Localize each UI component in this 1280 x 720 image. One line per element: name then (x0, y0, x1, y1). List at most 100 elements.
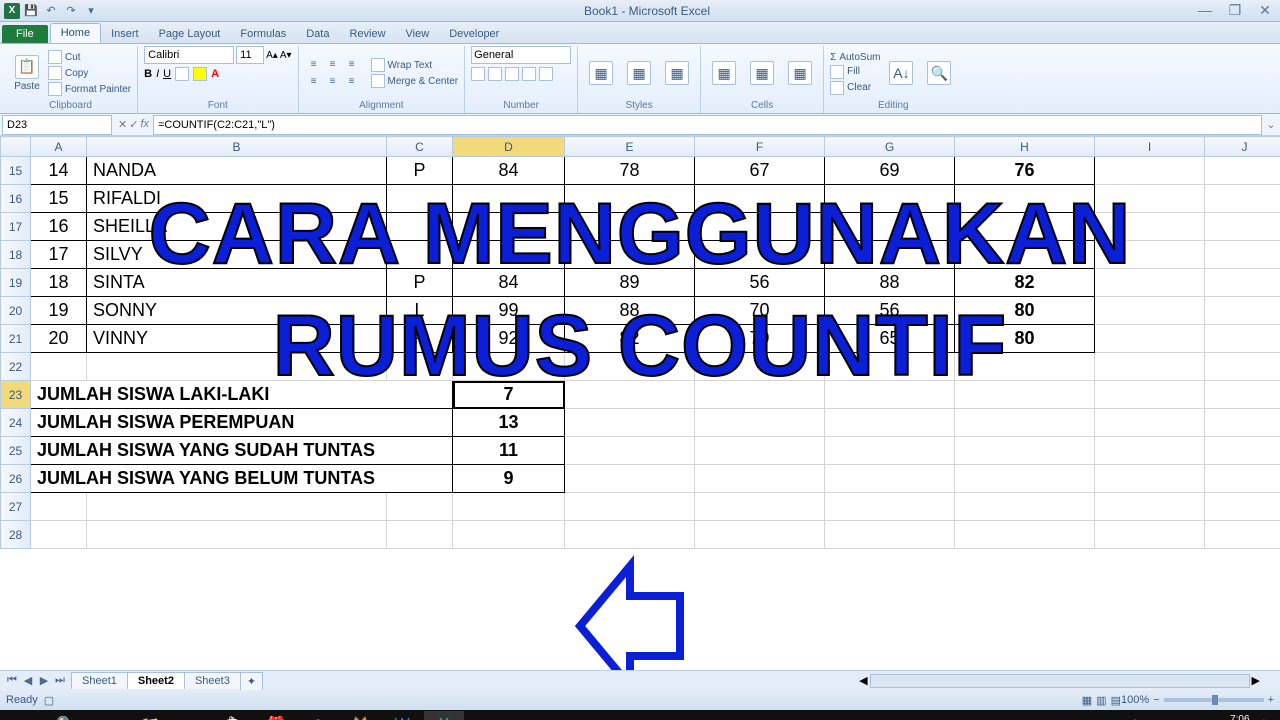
cell[interactable] (1095, 269, 1205, 297)
select-all-button[interactable] (1, 137, 31, 157)
cell[interactable] (955, 241, 1095, 269)
cell[interactable]: SHEILLA (87, 213, 387, 241)
cell[interactable] (387, 185, 453, 213)
cell[interactable] (1205, 521, 1280, 549)
percent-icon[interactable] (488, 67, 502, 81)
decrease-font-icon[interactable]: A▾ (280, 50, 292, 61)
col-header[interactable]: E (565, 137, 695, 157)
tab-review[interactable]: Review (339, 25, 395, 43)
cell[interactable] (695, 465, 825, 493)
cell[interactable] (565, 381, 695, 409)
table-row[interactable]: 1514NANDAP8478676976 (1, 157, 1280, 185)
cell[interactable]: SONNY (87, 297, 387, 325)
table-row[interactable]: 28 (1, 521, 1280, 549)
cell[interactable]: P (387, 269, 453, 297)
cell[interactable] (955, 465, 1095, 493)
col-header[interactable]: G (825, 137, 955, 157)
col-header[interactable]: B (87, 137, 387, 157)
cell[interactable] (825, 241, 955, 269)
view-layout-icon[interactable]: ▥ (1096, 694, 1106, 707)
row-header[interactable]: 18 (1, 241, 31, 269)
cell[interactable] (825, 213, 955, 241)
view-pagebreak-icon[interactable]: ▤ (1111, 694, 1121, 707)
row-header[interactable]: 19 (1, 269, 31, 297)
table-row[interactable]: 22 (1, 353, 1280, 381)
cell[interactable]: 70 (695, 297, 825, 325)
last-sheet-icon[interactable]: ⏭ (52, 674, 68, 687)
cell[interactable] (955, 353, 1095, 381)
number-format-input[interactable] (471, 46, 571, 64)
cell[interactable] (955, 437, 1095, 465)
cell[interactable] (565, 213, 695, 241)
cell[interactable]: 56 (825, 297, 955, 325)
cell[interactable]: 84 (453, 269, 565, 297)
enter-formula-icon[interactable]: ✓ (129, 118, 138, 131)
zoom-out-icon[interactable]: − (1153, 694, 1159, 706)
font-size-input[interactable] (236, 46, 264, 64)
table-row[interactable]: 2019SONNYL9988705680 (1, 297, 1280, 325)
cell[interactable] (825, 409, 955, 437)
format-painter-button[interactable]: Format Painter (48, 82, 131, 96)
cell[interactable] (565, 521, 695, 549)
cell[interactable]: SINTA (87, 269, 387, 297)
cell[interactable]: 82 (955, 269, 1095, 297)
cell[interactable]: 99 (453, 297, 565, 325)
tab-data[interactable]: Data (296, 25, 339, 43)
cell[interactable] (453, 353, 565, 381)
cell[interactable] (1095, 353, 1205, 381)
cell[interactable]: JUMLAH SISWA PEREMPUAN (31, 409, 453, 437)
redo-icon[interactable]: ↷ (62, 2, 80, 20)
cell[interactable]: NANDA (87, 157, 387, 185)
copy-button[interactable]: Copy (48, 66, 131, 80)
cell[interactable]: 13 (453, 409, 565, 437)
row-header[interactable]: 21 (1, 325, 31, 353)
cut-button[interactable]: Cut (48, 50, 131, 64)
col-header[interactable]: F (695, 137, 825, 157)
clear-button[interactable]: Clear (830, 81, 880, 95)
cell[interactable] (31, 353, 87, 381)
cell[interactable] (453, 493, 565, 521)
name-box[interactable]: D23 (2, 115, 112, 135)
cell[interactable] (695, 409, 825, 437)
cell[interactable]: 69 (825, 157, 955, 185)
edge-icon[interactable]: e (172, 711, 212, 720)
cell[interactable]: 88 (565, 297, 695, 325)
new-sheet-button[interactable]: ✦ (240, 672, 263, 690)
close-button[interactable]: ✕ (1254, 2, 1276, 19)
cell[interactable] (1095, 297, 1205, 325)
undo-icon[interactable]: ↶ (42, 2, 60, 20)
hscroll-left-icon[interactable]: ◀ (859, 674, 867, 687)
col-header[interactable]: D (453, 137, 565, 157)
zoom-in-icon[interactable]: + (1268, 694, 1274, 706)
cell[interactable]: JUMLAH SISWA YANG SUDAH TUNTAS (31, 437, 453, 465)
cell[interactable] (87, 353, 387, 381)
cell[interactable] (955, 185, 1095, 213)
cell[interactable] (1205, 213, 1280, 241)
table-row[interactable]: 23JUMLAH SISWA LAKI-LAKI7 (1, 381, 1280, 409)
row-header[interactable]: 15 (1, 157, 31, 185)
cell[interactable]: 84 (453, 157, 565, 185)
format-cells-button[interactable]: ▦ (783, 50, 817, 96)
store-icon[interactable]: 🛍 (214, 711, 254, 720)
table-row[interactable]: 1716SHEILLA (1, 213, 1280, 241)
cell[interactable] (565, 465, 695, 493)
cell[interactable] (825, 381, 955, 409)
cell[interactable] (87, 521, 387, 549)
chrome-icon[interactable]: ◉ (298, 711, 338, 720)
hscrollbar[interactable] (870, 674, 1250, 688)
cell[interactable] (955, 381, 1095, 409)
cell[interactable] (565, 437, 695, 465)
row-header[interactable]: 22 (1, 353, 31, 381)
zoom-level[interactable]: 100% (1121, 694, 1149, 706)
cell[interactable] (87, 493, 387, 521)
cell[interactable] (955, 409, 1095, 437)
cell[interactable] (1095, 325, 1205, 353)
col-header[interactable]: I (1095, 137, 1205, 157)
table-row[interactable]: 27 (1, 493, 1280, 521)
fill-button[interactable]: Fill (830, 65, 880, 79)
cell[interactable] (695, 493, 825, 521)
cell[interactable] (955, 521, 1095, 549)
tab-home[interactable]: Home (50, 23, 101, 43)
minimize-button[interactable]: — (1194, 2, 1216, 19)
cell[interactable] (825, 521, 955, 549)
